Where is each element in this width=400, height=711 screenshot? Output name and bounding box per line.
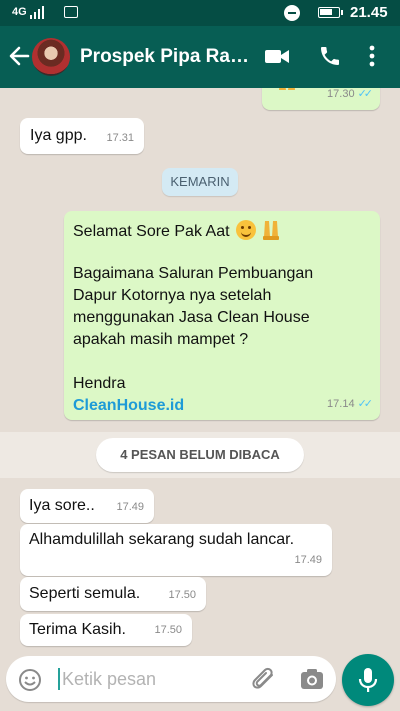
pray-emoji-icon [279, 88, 295, 90]
message-line: Selamat Sore Pak Aat [73, 219, 373, 243]
message-time: 17.50 [168, 589, 196, 601]
signal-icon [30, 6, 44, 19]
message-list[interactable]: 17.30 ✓✓ Iya gpp. 17.31 KEMARIN Selamat S… [0, 88, 400, 648]
message-time: 17.30 [327, 88, 355, 100]
message-bubble-outgoing[interactable]: 17.30 ✓✓ [262, 88, 380, 110]
read-receipt-icon: ✓✓ [357, 88, 374, 100]
chat-header: Prospek Pipa Raj… [0, 26, 400, 88]
emoji-icon[interactable] [18, 668, 42, 692]
message-greeting: Selamat Sore Pak Aat [73, 223, 230, 240]
contact-avatar[interactable] [32, 38, 70, 76]
network-indicator: 4G [12, 6, 27, 18]
message-bubble-incoming[interactable]: Alhamdulillah sekarang sudah lancar. 17.… [20, 524, 332, 576]
pray-emoji-icon [263, 221, 280, 240]
image-notification-icon [64, 6, 78, 18]
message-text: Iya gpp. [30, 127, 87, 144]
message-bubble-incoming[interactable]: Terima Kasih. 17.50 [20, 614, 192, 646]
message-bubble-incoming[interactable]: Iya gpp. 17.31 [20, 118, 144, 154]
message-signature: Hendra [73, 375, 126, 392]
paperclip-icon[interactable] [250, 667, 278, 693]
voice-message-button[interactable] [342, 654, 394, 706]
message-meta: 17.30 ✓✓ [327, 88, 374, 105]
status-time: 21.45 [350, 4, 388, 21]
video-call-icon[interactable] [264, 44, 290, 68]
message-bubble-incoming[interactable]: Iya sore.. 17.49 [20, 489, 154, 523]
phone-call-icon[interactable] [318, 44, 342, 68]
smile-emoji-icon [235, 220, 256, 240]
message-text: Seperti semula. [29, 585, 141, 602]
more-options-icon[interactable] [368, 44, 376, 68]
message-line: menggunakan Jasa Clean House [73, 309, 310, 326]
message-time: 17.49 [294, 554, 322, 566]
chat-title[interactable]: Prospek Pipa Raj… [80, 46, 250, 68]
message-line: Dapur Kotornya nya setelah [73, 287, 272, 304]
text-cursor [58, 668, 60, 690]
message-bubble-incoming[interactable]: Seperti semula. 17.50 [20, 577, 206, 611]
message-line: apakah masih mampet ? [73, 331, 249, 348]
message-time: 17.14 [327, 398, 355, 410]
message-text: Terima Kasih. [29, 621, 126, 638]
battery-icon [318, 7, 343, 18]
message-text: Iya sore.. [29, 497, 95, 514]
message-line: Bagaimana Saluran Pembuangan [73, 265, 314, 282]
unread-messages-banner: 4 PESAN BELUM DIBACA [96, 438, 304, 472]
back-arrow-icon[interactable] [8, 44, 30, 68]
message-time: 17.31 [106, 132, 134, 144]
message-bubble-outgoing[interactable]: Selamat Sore Pak Aat Bagaimana Saluran P… [64, 211, 380, 420]
message-input[interactable]: Ketik pesan [6, 656, 336, 702]
read-receipt-icon: ✓✓ [357, 398, 374, 410]
message-meta: 17.14 ✓✓ [327, 393, 374, 415]
message-time: 17.49 [116, 501, 144, 513]
message-placeholder: Ketik pesan [62, 669, 157, 689]
do-not-disturb-icon [284, 5, 300, 21]
status-bar: 4G 21.45 [0, 0, 400, 26]
microphone-icon [358, 668, 378, 692]
composer-bar: Ketik pesan [0, 648, 400, 711]
date-divider: KEMARIN [162, 168, 238, 196]
message-text: Alhamdulillah sekarang sudah lancar. [29, 531, 295, 548]
camera-icon[interactable] [300, 668, 324, 690]
message-time: 17.50 [154, 624, 182, 636]
